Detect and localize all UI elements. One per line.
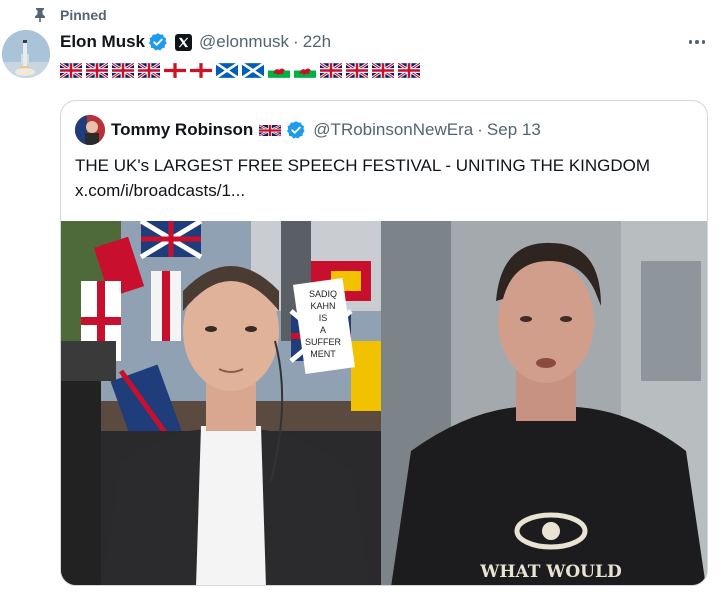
- flag-england-icon: [164, 63, 186, 78]
- flag-uk-icon: [259, 124, 282, 136]
- rally-photo: SADIQ KAHN IS A SUFFER MENT: [61, 221, 381, 585]
- separator-dot: ·: [477, 120, 483, 139]
- flag-scotland-icon: [242, 62, 264, 79]
- more-options-icon[interactable]: [683, 32, 711, 52]
- x-logo-icon: [175, 33, 193, 51]
- flag-uk-icon: [320, 63, 342, 78]
- quoted-post-header: Tommy Robinson @TRobinsonNewEra · Sep 13: [75, 115, 541, 145]
- pinned-indicator: Pinned: [32, 5, 107, 25]
- author-name[interactable]: Elon Musk: [60, 32, 145, 52]
- quoted-author-handle[interactable]: @TRobinsonNewEra: [313, 120, 473, 140]
- flag-uk-icon: [112, 63, 134, 78]
- quoted-post-link[interactable]: x.com/i/broadcasts/1...: [75, 178, 695, 203]
- flag-uk-icon: [86, 63, 108, 78]
- pinned-label: Pinned: [60, 7, 107, 23]
- quoted-post-headline: THE UK's LARGEST FREE SPEECH FESTIVAL - …: [75, 156, 651, 175]
- flag-england-icon: [190, 63, 212, 78]
- quoted-post-media[interactable]: SADIQ KAHN IS A SUFFER MENT WHAT WOULD: [61, 221, 707, 585]
- verified-badge-icon: [149, 33, 167, 51]
- flag-uk-icon: [138, 63, 160, 78]
- separator-dot: ·: [293, 32, 299, 51]
- author-avatar[interactable]: [2, 30, 50, 78]
- flag-wales-icon: [268, 63, 290, 78]
- video-call-photo: WHAT WOULD: [381, 221, 707, 585]
- quoted-post-card[interactable]: Tommy Robinson @TRobinsonNewEra · Sep 13…: [60, 100, 708, 586]
- sign-line: MENT: [310, 349, 336, 359]
- flag-uk-icon: [346, 63, 368, 78]
- pin-icon: [35, 8, 45, 22]
- quoted-post-date[interactable]: Sep 13: [487, 120, 541, 140]
- quoted-author-avatar[interactable]: [75, 115, 105, 145]
- sign-line: SADIQ: [309, 289, 337, 299]
- post-header: Elon Musk @elonmusk · 22h: [60, 30, 331, 54]
- flag-scotland-icon: [216, 62, 238, 79]
- flag-uk-icon: [398, 63, 420, 78]
- rocket-avatar-image: [2, 30, 50, 78]
- flag-uk-icon: [60, 63, 82, 78]
- flag-wales-icon: [294, 63, 316, 78]
- sign-line: KAHN: [310, 301, 335, 311]
- verified-badge-icon: [287, 121, 305, 139]
- sign-line: IS: [319, 313, 328, 323]
- post-time[interactable]: 22h: [303, 32, 331, 52]
- quoted-author-name[interactable]: Tommy Robinson: [111, 120, 253, 140]
- sign-line: SUFFER: [305, 337, 342, 347]
- shirt-text: WHAT WOULD: [479, 562, 622, 582]
- flag-emoji-row: [60, 62, 420, 79]
- flag-uk-icon: [372, 63, 394, 78]
- sign-line: A: [320, 325, 326, 335]
- author-handle[interactable]: @elonmusk: [199, 32, 289, 52]
- quoted-post-text: THE UK's LARGEST FREE SPEECH FESTIVAL - …: [75, 153, 695, 203]
